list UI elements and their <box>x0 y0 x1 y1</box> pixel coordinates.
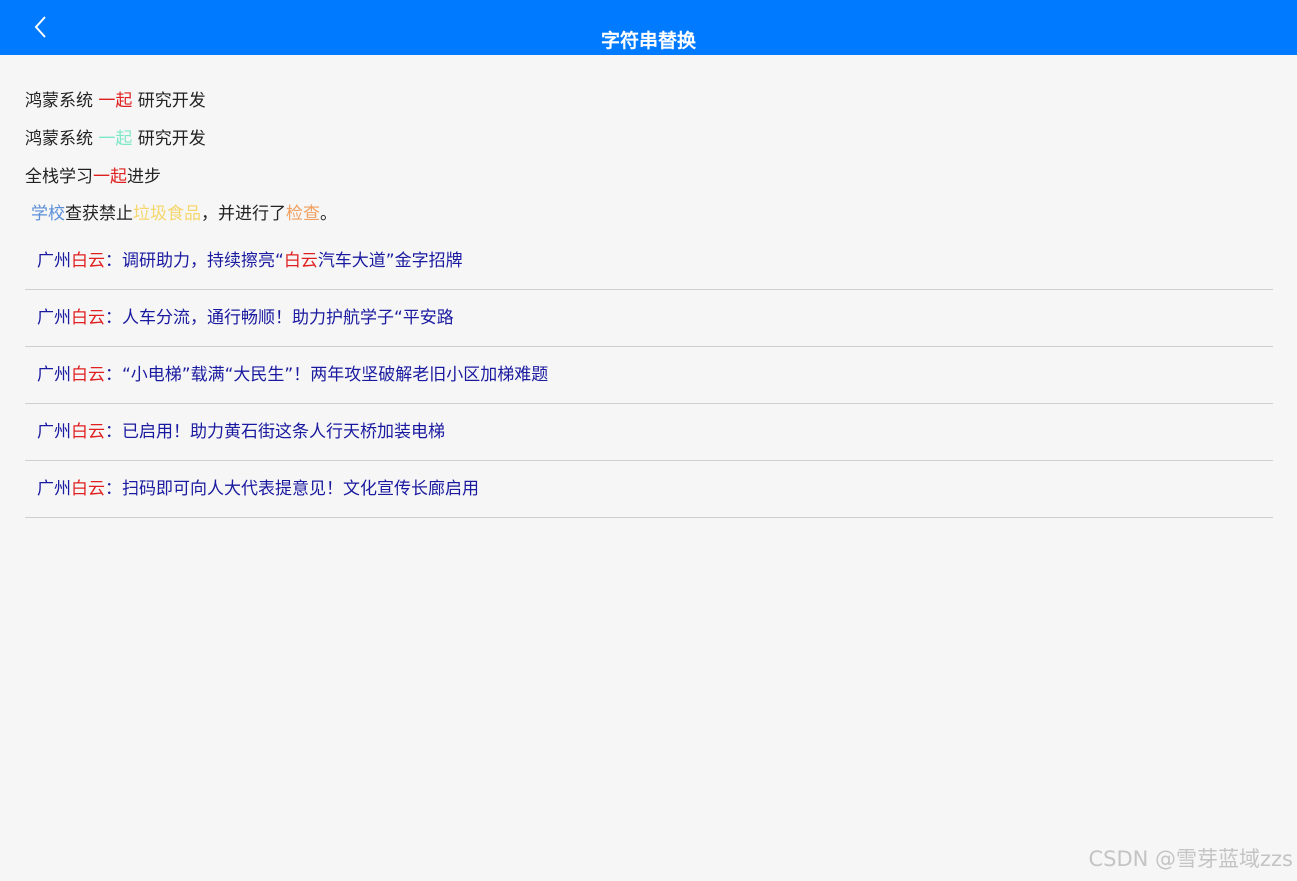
text-segment: ，并进行了 <box>201 204 286 224</box>
list-item[interactable]: 广州白云：人车分流，通行畅顺！助力护航学子“平安路 <box>25 290 1273 347</box>
highlight-segment: 垃圾食品 <box>133 204 201 224</box>
list-item[interactable]: 广州白云：调研助力，持续擦亮“白云汽车大道”金字招牌 <box>25 233 1273 290</box>
news-text: ：人车分流，通行畅顺！助力护航学子“平安路 <box>105 308 454 328</box>
text-line-1: 鸿蒙系统 一起 研究开发 <box>25 88 206 114</box>
text-segment: 研究开发 <box>132 129 206 149</box>
list-item[interactable]: 广州白云：已启用！助力黄石街这条人行天桥加装电梯 <box>25 404 1273 461</box>
news-prefix: 广州 <box>37 422 71 442</box>
text-segment: 全栈学习 <box>25 167 93 187</box>
highlight-segment: 一起 <box>98 129 133 149</box>
highlight-segment: 一起 <box>93 167 127 187</box>
text-segment: 研究开发 <box>132 91 206 111</box>
news-highlight: 白云 <box>283 251 318 271</box>
news-highlight: 白云 <box>71 365 105 385</box>
news-highlight: 白云 <box>71 251 105 271</box>
text-segment: 查获禁止 <box>65 204 133 224</box>
text-line-4: 学校查获禁止垃圾食品，并进行了检查。 <box>31 201 337 227</box>
news-text: ：扫码即可向人大代表提意见！文化宣传长廊启用 <box>105 479 479 499</box>
news-text: ：调研助力，持续擦亮“ <box>105 251 284 271</box>
navigation-bar: 字符串替换 <box>0 0 1297 55</box>
list-item[interactable]: 广州白云：扫码即可向人大代表提意见！文化宣传长廊启用 <box>25 461 1273 518</box>
news-highlight: 白云 <box>71 308 105 328</box>
highlight-segment: 学校 <box>31 204 65 224</box>
text-segment: 鸿蒙系统 <box>25 129 99 149</box>
news-text: ：已启用！助力黄石街这条人行天桥加装电梯 <box>105 422 445 442</box>
text-segment: 。 <box>320 204 337 224</box>
text-segment: 进步 <box>127 167 161 187</box>
news-prefix: 广州 <box>37 479 71 499</box>
news-prefix: 广州 <box>37 308 71 328</box>
text-line-3: 全栈学习一起进步 <box>25 164 161 190</box>
highlight-segment: 一起 <box>98 91 133 111</box>
app-window: 字符串替换 鸿蒙系统 一起 研究开发 鸿蒙系统 一起 研究开发 全栈学习一起进步… <box>0 0 1297 881</box>
news-highlight: 白云 <box>71 479 105 499</box>
highlight-segment: 检查 <box>286 204 320 224</box>
news-text: 汽车大道”金字招牌 <box>317 251 463 271</box>
page-title: 字符串替换 <box>600 30 696 52</box>
news-highlight: 白云 <box>71 422 105 442</box>
text-line-2: 鸿蒙系统 一起 研究开发 <box>25 126 206 152</box>
news-prefix: 广州 <box>37 365 71 385</box>
news-list: 广州白云：调研助力，持续擦亮“白云汽车大道”金字招牌 广州白云：人车分流，通行畅… <box>25 233 1273 518</box>
text-segment: 鸿蒙系统 <box>25 91 99 111</box>
news-text: ：“小电梯”载满“大民生”！两年攻坚破解老旧小区加梯难题 <box>105 365 549 385</box>
watermark: CSDN @雪芽蓝域zzs <box>1088 847 1293 871</box>
list-item[interactable]: 广州白云：“小电梯”载满“大民生”！两年攻坚破解老旧小区加梯难题 <box>25 347 1273 404</box>
news-prefix: 广州 <box>37 251 71 271</box>
